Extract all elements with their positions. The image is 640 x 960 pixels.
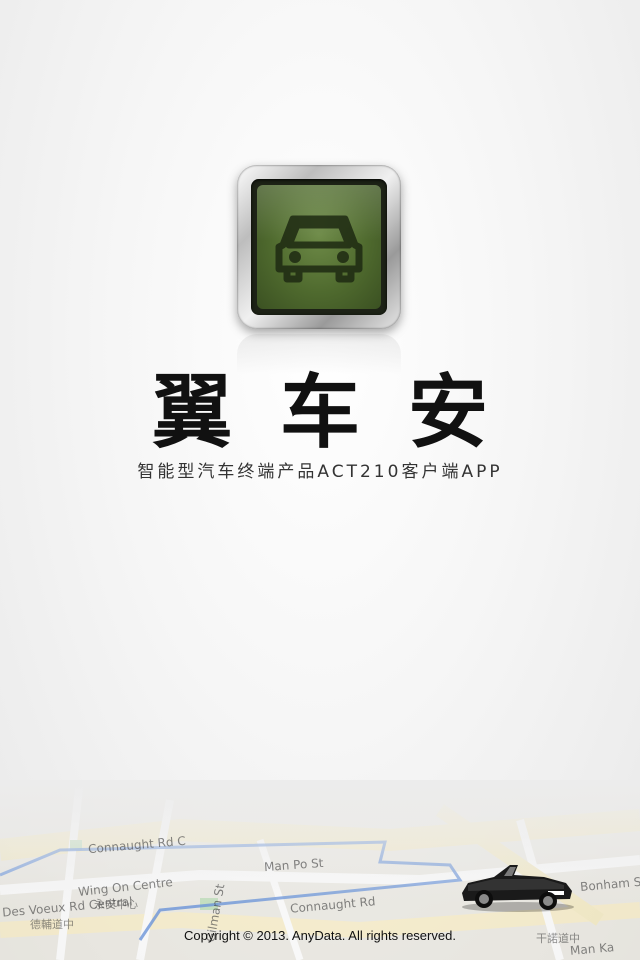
app-title: 翼车安 xyxy=(152,366,536,459)
app-subtitle: 智能型汽车终端产品ACT210客户端APP xyxy=(137,462,503,482)
logo-screen xyxy=(257,185,381,309)
app-logo xyxy=(237,165,401,329)
convertible-car-image xyxy=(462,865,574,912)
copyright-text: Copyright © 2013. AnyData. All rights re… xyxy=(184,928,456,943)
car-icon xyxy=(275,215,363,283)
